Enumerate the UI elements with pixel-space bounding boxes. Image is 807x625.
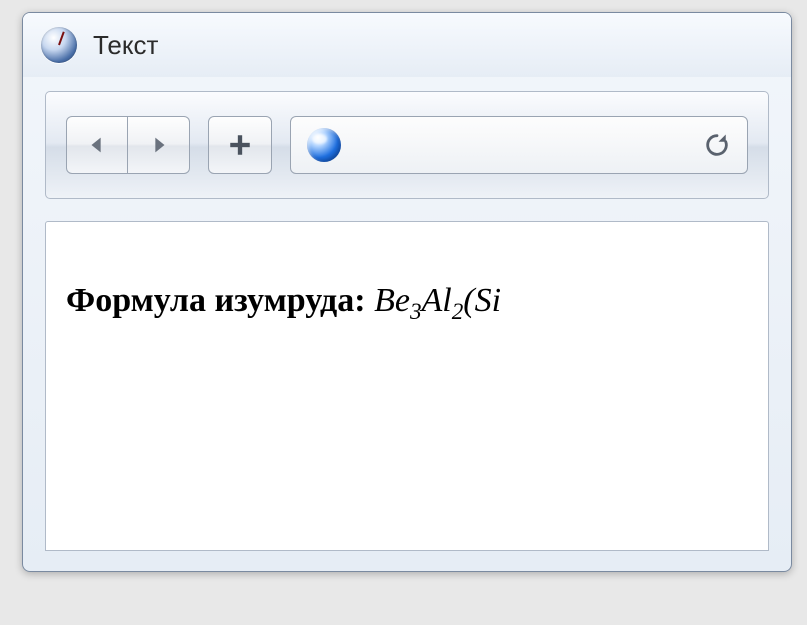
window-title: Текст xyxy=(93,30,158,61)
triangle-left-icon xyxy=(86,134,108,156)
reload-button[interactable] xyxy=(703,131,731,159)
globe-icon xyxy=(307,128,341,162)
formula-sub-3: 3 xyxy=(410,299,422,325)
formula-sub-2: 2 xyxy=(452,299,464,325)
formula-el-be: Be xyxy=(374,282,410,319)
nav-button-group xyxy=(66,116,190,174)
url-input[interactable] xyxy=(357,135,687,156)
formula-el-si: (Si xyxy=(463,282,501,319)
page-content: Формула изумруда: Be3Al2(Si xyxy=(45,221,769,551)
content-heading: Формула изумруда: xyxy=(66,282,374,319)
toolbar xyxy=(45,91,769,199)
address-bar[interactable] xyxy=(290,116,748,174)
triangle-right-icon xyxy=(148,134,170,156)
titlebar: Текст xyxy=(23,13,791,77)
formula-text: Be3Al2(Si xyxy=(374,282,501,319)
forward-button[interactable] xyxy=(128,116,190,174)
safari-compass-icon xyxy=(41,27,77,63)
browser-window: Текст xyxy=(22,12,792,572)
formula-el-al: Al xyxy=(422,282,452,319)
back-button[interactable] xyxy=(66,116,128,174)
new-tab-button[interactable] xyxy=(208,116,272,174)
plus-icon xyxy=(227,132,253,158)
